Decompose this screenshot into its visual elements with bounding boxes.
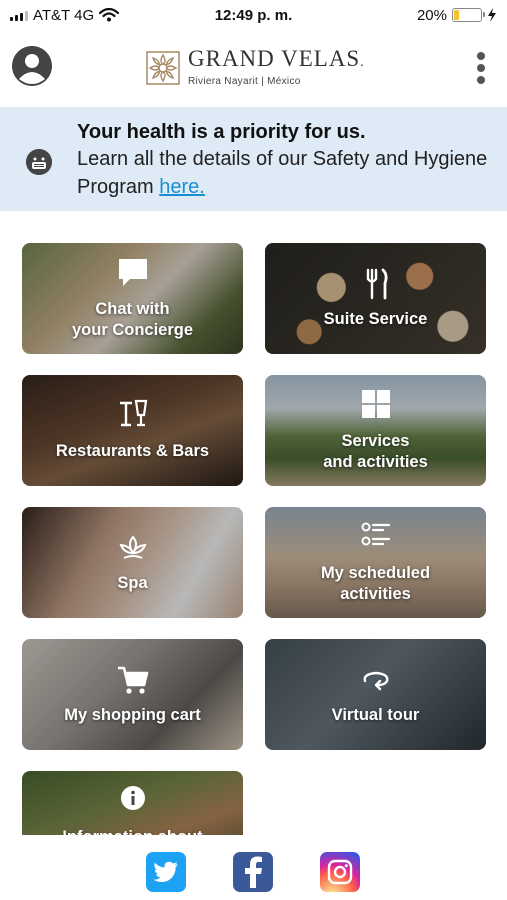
- tile-suite-service[interactable]: Suite Service: [265, 243, 486, 354]
- brand-logo: GRAND VELAS. Riviera Nayarit | México: [146, 46, 365, 87]
- checklist-icon: [361, 522, 390, 546]
- twitter-link[interactable]: [146, 852, 186, 892]
- tile-label: Suite Service: [323, 310, 428, 328]
- tile-shopping-cart[interactable]: My shopping cart: [22, 639, 243, 750]
- banner-body: Learn all the details of our Safety and …: [77, 148, 488, 198]
- brand-subtitle: Riviera Nayarit | México: [188, 76, 301, 87]
- tile-services-activities[interactable]: Services and activities: [265, 375, 486, 486]
- clock: 12:49 p. m.: [214, 6, 293, 24]
- lotus-icon: [118, 535, 147, 559]
- rotate-360-icon: [363, 671, 388, 691]
- charging-bolt-icon: [488, 8, 496, 22]
- facebook-icon: [245, 856, 262, 888]
- tile-label: Restaurants & Bars: [55, 442, 210, 460]
- services-grid: Chat with your Concierge Suite Service Re…: [22, 243, 486, 835]
- tile-spa[interactable]: Spa: [22, 507, 243, 618]
- info-circle-icon: [120, 786, 145, 810]
- banner-text: Your health is a priority for us. Learn …: [77, 119, 497, 201]
- battery-level-fill: [454, 10, 460, 20]
- cocktail-glass-icon: [119, 399, 147, 427]
- shopping-cart-icon: [117, 666, 148, 694]
- wifi-icon: [99, 8, 120, 22]
- tile-chat-concierge[interactable]: Chat with your Concierge: [22, 243, 243, 354]
- tile-information[interactable]: Information about: [22, 771, 243, 835]
- brand-name: GRAND VELAS.: [188, 46, 365, 71]
- logo-emblem-icon: [146, 50, 180, 85]
- tile-virtual-tour[interactable]: Virtual tour: [265, 639, 486, 750]
- tile-label: Chat with your Concierge: [71, 300, 194, 339]
- tile-label: Virtual tour: [331, 706, 420, 724]
- chat-bubble-icon: [118, 259, 147, 286]
- fork-knife-icon: [366, 268, 388, 300]
- battery-percent: 20%: [416, 6, 447, 24]
- facebook-link[interactable]: [233, 852, 273, 892]
- carrier-label: AT&T 4G: [33, 6, 95, 24]
- tile-restaurants-bars[interactable]: Restaurants & Bars: [22, 375, 243, 486]
- instagram-link[interactable]: [320, 852, 360, 892]
- tile-label: Information about: [22, 827, 243, 835]
- tile-scheduled-activities[interactable]: My scheduled activities: [265, 507, 486, 618]
- instagram-icon: [327, 859, 353, 885]
- battery-icon: [452, 8, 485, 22]
- app-header: GRAND VELAS. Riviera Nayarit | México: [0, 40, 507, 100]
- brand-text: GRAND VELAS. Riviera Nayarit | México: [188, 46, 365, 87]
- tile-label: Services and activities: [323, 432, 428, 471]
- tile-label: Spa: [117, 574, 148, 592]
- status-right: 20%: [327, 7, 497, 24]
- banner-link[interactable]: here.: [159, 176, 205, 198]
- grid-squares-icon: [361, 390, 390, 418]
- status-bar: AT&T 4G 12:49 p. m. 20%: [0, 0, 507, 30]
- profile-button[interactable]: [12, 46, 52, 86]
- tile-label: My shopping cart: [64, 706, 201, 724]
- twitter-icon: [153, 861, 178, 882]
- more-menu-button[interactable]: [475, 52, 487, 84]
- health-banner[interactable]: Your health is a priority for us. Learn …: [0, 107, 507, 211]
- status-left: AT&T 4G: [10, 7, 180, 24]
- more-vertical-icon: [477, 52, 485, 60]
- social-links: [0, 852, 507, 894]
- signal-strength-icon: [10, 9, 28, 21]
- face-mask-icon: [26, 149, 52, 175]
- tile-label: My scheduled activities: [320, 564, 431, 603]
- user-circle-icon: [12, 46, 52, 86]
- banner-title: Your health is a priority for us.: [77, 121, 366, 143]
